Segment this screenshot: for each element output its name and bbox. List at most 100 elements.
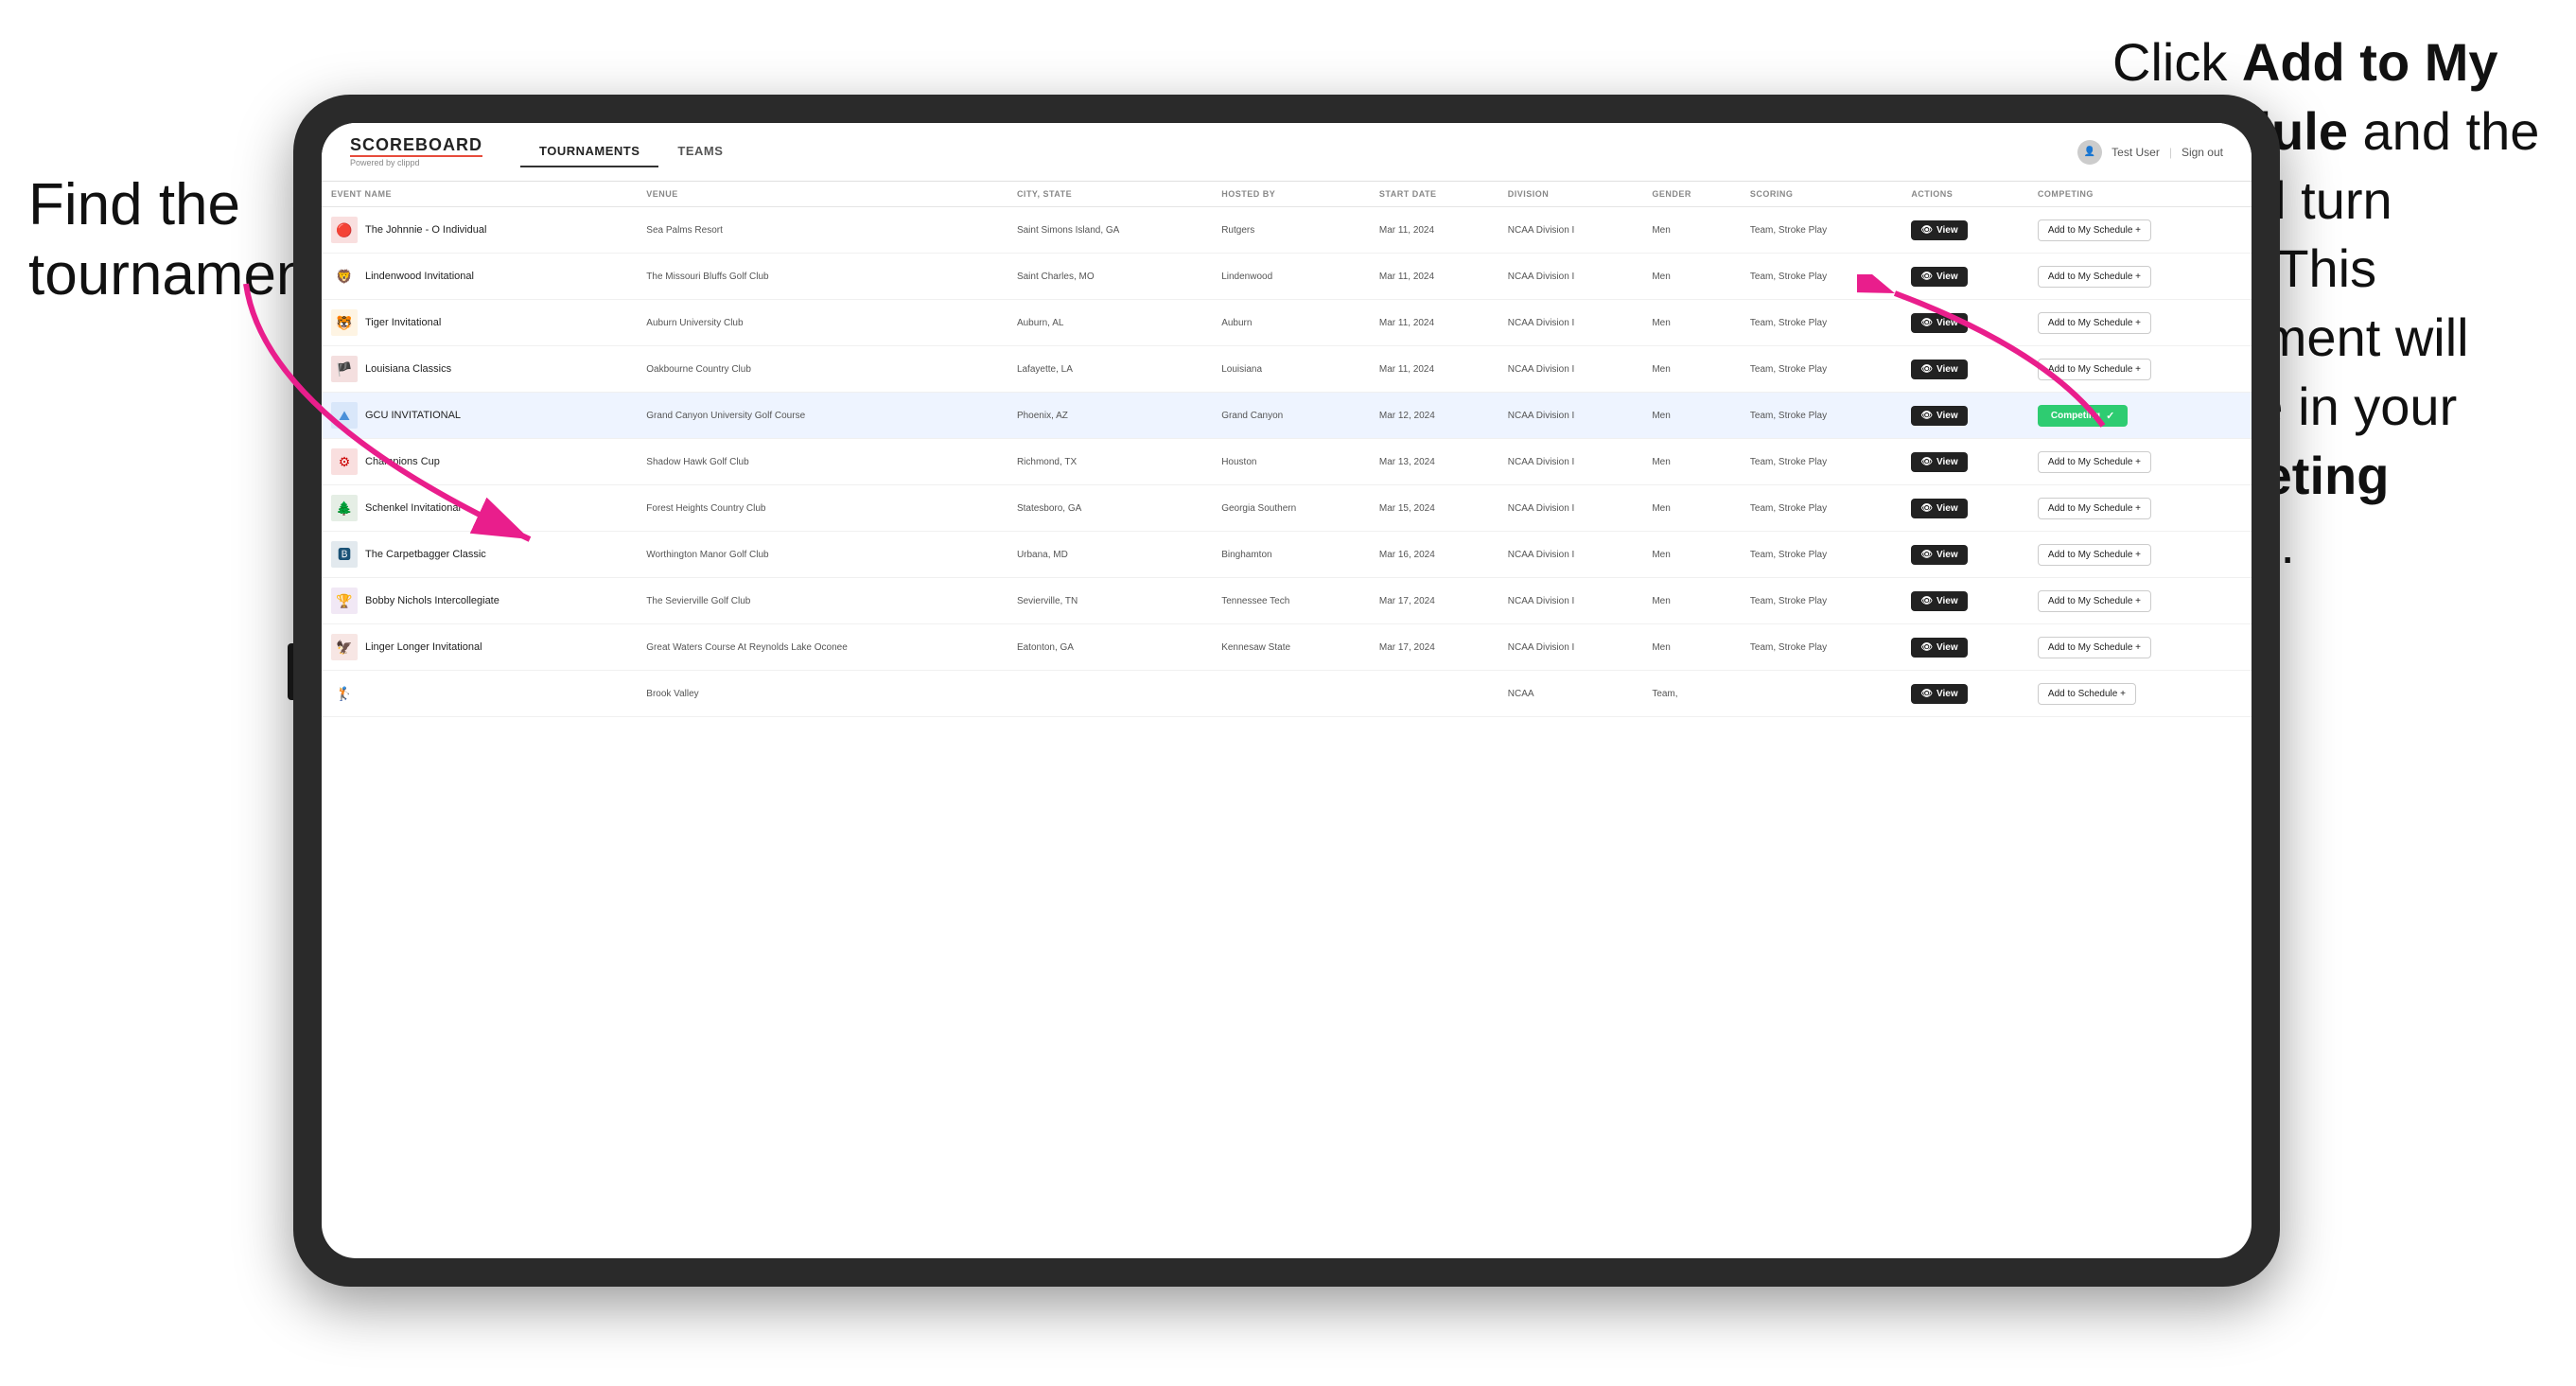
tab-tournaments[interactable]: TOURNAMENTS [520,136,658,167]
division-cell: NCAA Division I [1498,624,1643,671]
eye-icon: 👁 [1920,364,1933,375]
view-button[interactable]: 👁 View [1911,638,1967,658]
hosted-by-cell: Auburn [1212,300,1370,346]
hosted-by-cell [1212,671,1370,717]
logo-text: SCOREBOARD [350,135,482,154]
start-date-cell: Mar 12, 2024 [1370,393,1498,439]
gender-cell: Men [1642,346,1741,393]
event-name-cell: 🐯 Tiger Invitational [322,300,637,346]
venue-cell: Oakbourne Country Club [637,346,1008,393]
add-schedule-button[interactable]: Add to My Schedule + [2038,544,2151,566]
tab-teams[interactable]: TEAMS [658,136,742,167]
division-cell: NCAA Division I [1498,300,1643,346]
venue-cell: Great Waters Course At Reynolds Lake Oco… [637,624,1008,671]
actions-cell: 👁 View [1901,346,2028,393]
hosted-by-cell: Rutgers [1212,207,1370,254]
view-button[interactable]: 👁 View [1911,313,1967,333]
city-state-cell: Urbana, MD [1008,532,1212,578]
competing-cell: Add to My Schedule + [2028,439,2252,485]
start-date-cell: Mar 11, 2024 [1370,207,1498,254]
actions-cell: 👁 View [1901,254,2028,300]
competing-cell: Add to My Schedule + [2028,254,2252,300]
team-logo: 🅱 [331,541,358,568]
top-bar: SCOREBOARD Powered by clippd TOURNAMENTS… [322,123,2252,182]
view-button[interactable]: 👁 View [1911,220,1967,240]
table-header: EVENT NAME VENUE CITY, STATE HOSTED BY S… [322,182,2252,207]
scoring-cell: Team, Stroke Play [1741,207,1901,254]
event-name-text: Schenkel Invitational [365,501,461,515]
city-state-cell [1008,671,1212,717]
gender-cell: Men [1642,485,1741,532]
add-schedule-button[interactable]: Add to My Schedule + [2038,590,2151,612]
table-row: ⚙ Champions Cup Shadow Hawk Golf ClubRic… [322,439,2252,485]
add-schedule-label: Add to My Schedule + [2048,642,2141,653]
scoring-cell: Team, Stroke Play [1741,254,1901,300]
city-state-cell: Saint Simons Island, GA [1008,207,1212,254]
event-name-cell: 🌲 Schenkel Invitational [322,485,637,532]
competing-cell: Add to My Schedule + [2028,578,2252,624]
gender-cell: Men [1642,254,1741,300]
division-cell: NCAA Division I [1498,439,1643,485]
event-name-cell: 🏌 [322,671,637,717]
competing-cell: Competing ✓ [2028,393,2252,439]
competing-cell: Add to My Schedule + [2028,624,2252,671]
division-cell: NCAA Division I [1498,578,1643,624]
table-row: 🦁 Lindenwood Invitational The Missouri B… [322,254,2252,300]
view-button[interactable]: 👁 View [1911,591,1967,611]
user-label: Test User [2112,146,2160,159]
add-schedule-label: Add to My Schedule + [2048,503,2141,514]
table-row: ⛰ GCU INVITATIONAL Grand Canyon Universi… [322,393,2252,439]
table-row: 🐯 Tiger Invitational Auburn University C… [322,300,2252,346]
event-name-text: Bobby Nichols Intercollegiate [365,594,499,607]
add-schedule-button[interactable]: Add to My Schedule + [2038,359,2151,380]
add-schedule-label: Add to My Schedule + [2048,550,2141,560]
add-schedule-button[interactable]: Add to My Schedule + [2038,451,2151,473]
hosted-by-cell: Tennessee Tech [1212,578,1370,624]
event-name-text: Tiger Invitational [365,316,441,329]
scoring-cell: Team, Stroke Play [1741,578,1901,624]
user-area: 👤 Test User | Sign out [2077,140,2223,165]
actions-cell: 👁 View [1901,532,2028,578]
hosted-by-cell: Binghamton [1212,532,1370,578]
city-state-cell: Richmond, TX [1008,439,1212,485]
team-logo: 🏴 [331,356,358,382]
view-button[interactable]: 👁 View [1911,452,1967,472]
gender-cell: Men [1642,532,1741,578]
view-button[interactable]: 👁 View [1911,499,1967,518]
team-logo: ⚙ [331,448,358,475]
gender-cell: Team, [1642,671,1741,717]
competing-cell: Add to Schedule + [2028,671,2252,717]
eye-icon: 👁 [1920,411,1933,421]
sign-out-link[interactable]: Sign out [2182,146,2223,159]
city-state-cell: Saint Charles, MO [1008,254,1212,300]
view-button[interactable]: 👁 View [1911,406,1967,426]
add-schedule-button[interactable]: Add to My Schedule + [2038,637,2151,658]
view-button[interactable]: 👁 View [1911,360,1967,379]
tablet-screen: SCOREBOARD Powered by clippd TOURNAMENTS… [322,123,2252,1258]
team-logo: 🌲 [331,495,358,521]
competing-label: Competing [2051,411,2100,421]
scoring-cell: Team, Stroke Play [1741,532,1901,578]
view-button[interactable]: 👁 View [1911,684,1967,704]
add-schedule-button[interactable]: Add to My Schedule + [2038,219,2151,241]
event-name-text: The Johnnie - O Individual [365,223,486,237]
gender-cell: Men [1642,393,1741,439]
eye-icon: 👁 [1920,272,1933,282]
col-actions: ACTIONS [1901,182,2028,207]
view-button[interactable]: 👁 View [1911,545,1967,565]
gender-cell: Men [1642,624,1741,671]
team-logo: 🏆 [331,588,358,614]
add-schedule-button[interactable]: Add to My Schedule + [2038,312,2151,334]
competing-button[interactable]: Competing ✓ [2038,405,2128,427]
hosted-by-cell: Kennesaw State [1212,624,1370,671]
competing-cell: Add to My Schedule + [2028,532,2252,578]
add-schedule-button[interactable]: Add to My Schedule + [2038,266,2151,288]
view-button[interactable]: 👁 View [1911,267,1967,287]
gender-cell: Men [1642,578,1741,624]
scoreboard-logo: SCOREBOARD [350,136,482,157]
event-name-cell: 🏴 Louisiana Classics [322,346,637,393]
add-schedule-label: Add to My Schedule + [2048,457,2141,467]
add-schedule-button[interactable]: Add to My Schedule + [2038,498,2151,519]
team-logo: 🦁 [331,263,358,289]
add-schedule-button[interactable]: Add to Schedule + [2038,683,2136,705]
